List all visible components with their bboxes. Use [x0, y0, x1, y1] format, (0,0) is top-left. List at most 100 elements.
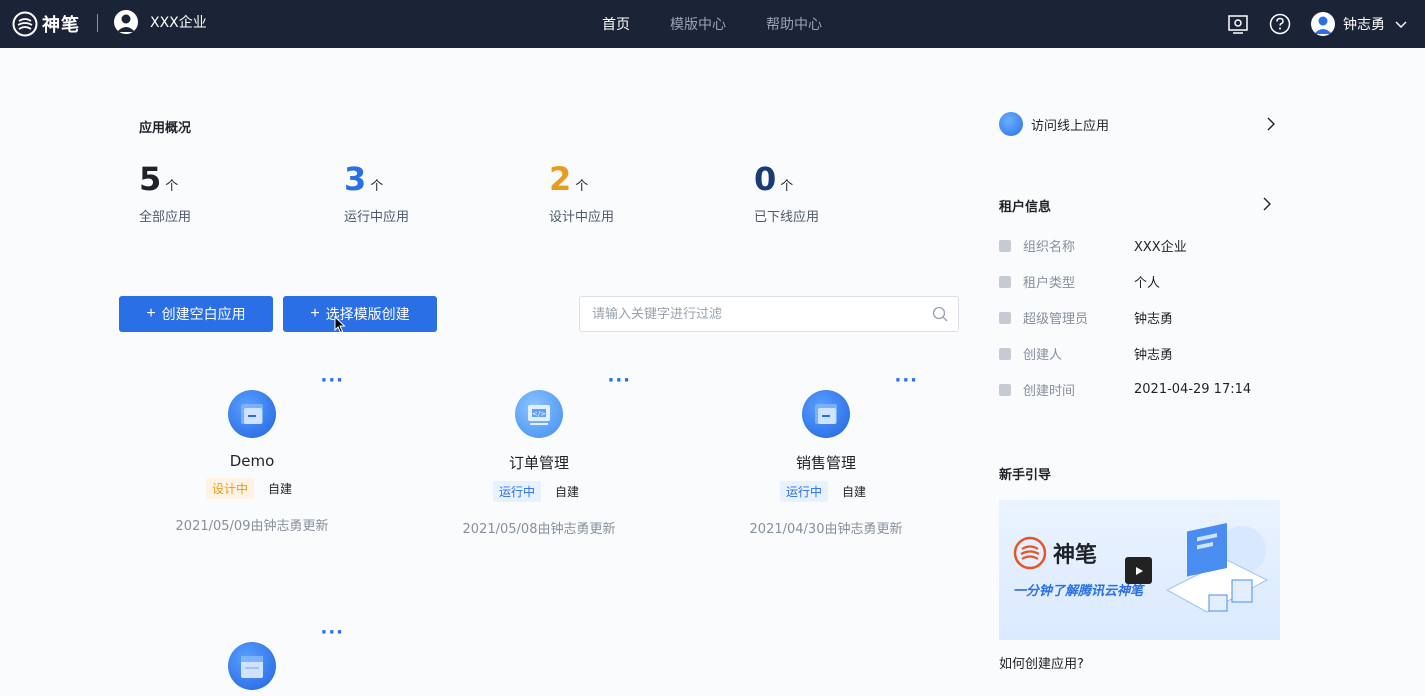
- tenant-info-row: 创建人 钟志勇: [999, 344, 1173, 363]
- chevron-right-icon[interactable]: [1265, 117, 1277, 131]
- stat-unit: 个: [780, 179, 794, 194]
- online-app-icon: [999, 112, 1023, 136]
- divider: [97, 14, 98, 32]
- app-icon: [228, 390, 276, 438]
- visit-online-apps-link[interactable]: 访问线上应用: [999, 112, 1109, 136]
- overview-title: 应用概况: [139, 121, 192, 136]
- play-icon: [1135, 566, 1143, 575]
- more-options-icon[interactable]: ···: [607, 372, 631, 390]
- app-name: 订单管理: [508, 454, 569, 472]
- stat-label: 全部应用: [139, 210, 192, 225]
- app-name: Demo: [229, 452, 275, 470]
- source-badge: 自建: [842, 485, 867, 499]
- org-name: XXX企业: [150, 15, 207, 31]
- stat-label: 已下线应用: [754, 210, 820, 225]
- stat-label: 运行中应用: [344, 210, 410, 225]
- app-card[interactable]: ··· 销售管理 运行中 自建 2021/04/30由钟志勇更新: [701, 372, 951, 538]
- stat-design-apps: 2个 设计中应用: [549, 160, 614, 225]
- banner-logo: 神笔: [1013, 536, 1097, 570]
- create-blank-app-label: 创建空白应用: [161, 306, 246, 322]
- app-tags: 运行中 自建: [414, 481, 664, 502]
- info-key: 租户类型: [1023, 276, 1076, 291]
- stat-all-apps: 5个 全部应用: [139, 160, 191, 225]
- banner-subtitle: 一分钟了解腾讯云神笔: [1013, 584, 1144, 599]
- app-name: 销售管理: [795, 454, 856, 472]
- status-badge: 运行中: [779, 481, 828, 502]
- nav-home[interactable]: 首页: [602, 14, 630, 34]
- creator-icon: [999, 347, 1011, 360]
- banner-illustration: [1165, 522, 1269, 613]
- banner-logo-text: 神笔: [1053, 543, 1098, 568]
- nav-help-center[interactable]: 帮助中心: [766, 14, 822, 34]
- app-icon: [802, 390, 850, 438]
- org-switcher[interactable]: XXX企业: [114, 10, 207, 34]
- stat-value: 3: [344, 160, 367, 198]
- stat-value: 0: [754, 160, 777, 198]
- info-value: 钟志勇: [1134, 348, 1174, 363]
- help-icon[interactable]: [1269, 13, 1291, 35]
- flame-logo-icon: [1013, 536, 1047, 570]
- search-icon[interactable]: [932, 306, 948, 322]
- user-menu[interactable]: 钟志勇: [1311, 12, 1407, 36]
- clock-icon: [999, 383, 1011, 396]
- org-icon: [999, 239, 1011, 252]
- stat-value: 5: [139, 160, 162, 198]
- status-badge: 设计中: [205, 478, 254, 499]
- play-button[interactable]: [1125, 557, 1152, 584]
- brand-logo-text: 神笔: [42, 15, 80, 36]
- brand-logo-icon: [12, 11, 38, 37]
- tenant-info-row: 租户类型 个人: [999, 272, 1160, 291]
- status-badge: 运行中: [492, 481, 541, 502]
- info-value: 2021-04-29 17:14: [1134, 382, 1252, 397]
- app-filter-search[interactable]: [579, 296, 959, 332]
- stat-unit: 个: [370, 179, 384, 194]
- app-icon: </>: [515, 390, 563, 438]
- stat-value: 2: [549, 160, 572, 198]
- app-icon: [228, 642, 276, 690]
- main-nav: 首页 模版中心 帮助中心: [602, 0, 862, 48]
- user-name: 钟志勇: [1343, 17, 1385, 33]
- more-options-icon[interactable]: ···: [320, 372, 344, 390]
- chevron-right-icon[interactable]: [1261, 197, 1273, 211]
- create-blank-app-button[interactable]: + 创建空白应用: [119, 296, 273, 332]
- info-key: 创建人: [1023, 348, 1063, 363]
- type-icon: [999, 275, 1011, 288]
- info-key: 超级管理员: [1023, 312, 1089, 327]
- info-value: 个人: [1134, 276, 1161, 291]
- tenant-info-row: 组织名称 XXX企业: [999, 236, 1187, 255]
- guide-question-link[interactable]: 如何创建应用?: [999, 653, 1084, 672]
- more-options-icon[interactable]: ···: [320, 624, 344, 642]
- plus-icon: +: [310, 305, 320, 322]
- topbar-actions: 钟志勇: [1227, 0, 1425, 48]
- plus-icon: +: [146, 305, 156, 322]
- app-tags: 设计中 自建: [127, 478, 377, 499]
- stat-offline-apps: 0个 已下线应用: [754, 160, 819, 225]
- info-key: 创建时间: [1023, 384, 1076, 399]
- stat-label: 设计中应用: [549, 210, 615, 225]
- info-key: 组织名称: [1023, 240, 1076, 255]
- info-value: XXX企业: [1134, 240, 1187, 255]
- visit-online-apps-label: 访问线上应用: [1031, 118, 1110, 134]
- more-options-icon[interactable]: ···: [894, 372, 918, 390]
- org-avatar-icon: [114, 10, 138, 34]
- app-tags: 运行中 自建: [701, 481, 951, 502]
- mouse-cursor-icon: [334, 316, 346, 334]
- brand-logo[interactable]: 神笔: [12, 11, 80, 37]
- tenant-info-row: 创建时间 2021-04-29 17:14: [999, 380, 1251, 399]
- app-updated: 2021/05/09由钟志勇更新: [175, 519, 329, 534]
- app-updated: 2021/05/08由钟志勇更新: [462, 522, 616, 537]
- app-card[interactable]: ··· Demo 设计中 自建 2021/05/09由钟志勇更新: [127, 372, 377, 535]
- app-card[interactable]: ··· </> 订单管理 运行中 自建 2021/05/08由钟志勇更新: [414, 372, 664, 538]
- admin-icon: [999, 311, 1011, 324]
- screen-icon[interactable]: [1227, 13, 1249, 35]
- top-navbar: 神笔 XXX企业 首页 模版中心 帮助中心 钟志勇: [0, 0, 1425, 48]
- search-input[interactable]: [592, 306, 932, 322]
- user-avatar-icon: [1311, 12, 1335, 36]
- info-value: 钟志勇: [1134, 312, 1174, 327]
- app-card[interactable]: ···: [127, 624, 377, 690]
- create-from-template-button[interactable]: + 选择模版创建: [283, 296, 437, 332]
- svg-text:</>: </>: [532, 410, 546, 418]
- source-badge: 自建: [555, 485, 580, 499]
- nav-template-center[interactable]: 模版中心: [670, 14, 726, 34]
- guide-video-banner[interactable]: 神笔 一分钟了解腾讯云神笔: [999, 500, 1280, 640]
